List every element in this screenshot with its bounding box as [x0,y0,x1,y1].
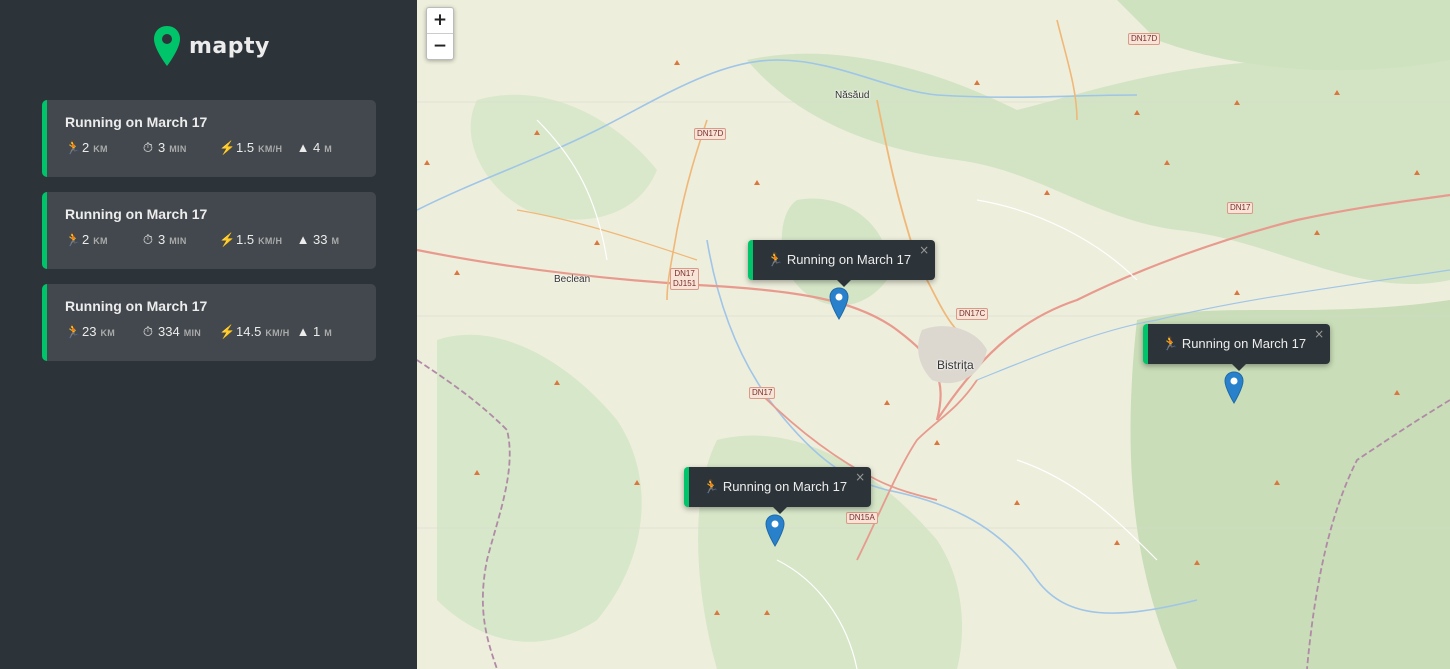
close-icon[interactable]: × [855,470,865,484]
road-shield: DN17 [749,387,776,399]
road-shield: DN15A [846,512,878,524]
workout-popup[interactable]: 🏃 Running on March 17 × [684,467,872,514]
popup-text: 🏃 Running on March 17 [703,479,847,495]
stopwatch-icon: ⏱ [142,140,154,155]
distance-value: 23 [82,324,97,339]
runner-icon: 🏃 [767,252,784,267]
pace-unit: km/h [258,236,283,246]
elevation-unit: m [324,144,333,154]
lightning-icon: ⚡ [219,232,236,247]
mountain-icon: ▲ [296,324,310,339]
duration-unit: min [183,328,202,338]
stopwatch-icon: ⏱ [142,232,154,247]
map-marker-icon[interactable] [829,287,849,320]
mountain-icon: ▲ [296,140,310,155]
road-shield: DN17D [694,128,727,140]
lightning-icon: ⚡ [219,324,236,339]
road-shield: DN17 DJ151 [670,268,700,290]
place-label-beclean: Beclean [554,274,591,285]
pace-unit: km/h [265,328,290,338]
app-name: mapty [189,33,270,59]
distance-unit: km [93,236,108,246]
place-label-nasaud: Năsăud [835,90,870,101]
popup-label: Running on March 17 [722,479,848,494]
pace-value: 14.5 [236,324,262,339]
duration-unit: min [169,236,187,246]
popup-text: 🏃 Running on March 17 [1162,336,1306,352]
workout-title: Running on March 17 [65,114,208,130]
road-shield: DN17 [1227,202,1254,214]
pace-unit: km/h [258,144,283,154]
popup-label: Running on March 17 [1181,336,1307,351]
close-icon[interactable]: × [919,243,929,257]
workout-item[interactable]: Running on March 17 🏃 2 km ⏱ 3 min ⚡ 1.5 km/h … [42,100,376,177]
popup-text: 🏃 Running on March 17 [767,252,911,268]
map[interactable]: Năsăud Beclean Bistrița DN17D DN17D DN17… [417,0,1450,669]
elevation-value: 4 [313,140,321,155]
road-shield: DN17D [1128,33,1161,45]
road-shield-line: DJ151 [673,279,697,288]
distance-unit: km [100,328,116,338]
runner-icon: 🏃 [703,479,720,494]
popup-label: Running on March 17 [786,252,912,267]
elevation-value: 33 [313,232,328,247]
elevation-unit: m [324,328,333,338]
duration-value: 3 [158,232,166,247]
workout-item[interactable]: Running on March 17 🏃 2 km ⏱ 3 min ⚡ 1.5 km/h … [42,192,376,269]
elevation-unit: m [331,236,340,246]
stopwatch-icon: ⏱ [142,324,154,339]
distance-unit: km [93,144,108,154]
pace-value: 1.5 [236,232,255,247]
road-shield: DN17C [956,308,989,320]
workout-title: Running on March 17 [65,206,208,222]
distance-value: 2 [82,232,90,247]
close-icon[interactable]: × [1314,327,1324,341]
zoom-in-button[interactable]: + [427,8,453,33]
duration-value: 3 [158,140,166,155]
map-marker-icon[interactable] [765,514,785,547]
runner-icon: 🏃 [65,324,82,339]
workout-list: Running on March 17 🏃 2 km ⏱ 3 min ⚡ 1.5 km/h … [42,100,376,376]
lightning-icon: ⚡ [219,140,236,155]
workout-title: Running on March 17 [65,298,208,314]
mountain-icon: ▲ [296,232,310,247]
zoom-out-button[interactable]: − [427,33,453,59]
workout-popup[interactable]: 🏃 Running on March 17 × [1143,324,1331,371]
place-label-bistrita: Bistrița [937,358,974,372]
elevation-value: 1 [313,324,321,339]
map-pin-logo-icon [154,26,180,66]
duration-unit: min [169,144,187,154]
sidebar: mapty Running on March 17 🏃 2 km ⏱ 3 min ⚡ 1.… [0,0,417,669]
runner-icon: 🏃 [65,232,82,247]
pace-value: 1.5 [236,140,255,155]
app-logo: mapty [153,24,270,68]
duration-value: 334 [158,324,180,339]
runner-icon: 🏃 [1162,336,1179,351]
distance-value: 2 [82,140,90,155]
map-marker-icon[interactable] [1224,371,1244,404]
zoom-control: + − [426,7,454,60]
road-shield-line: DN17 [674,269,695,278]
runner-icon: 🏃 [65,140,82,155]
workout-item[interactable]: Running on March 17 🏃 23 km ⏱ 334 min ⚡ 14.5 k… [42,284,376,361]
workout-popup[interactable]: 🏃 Running on March 17 × [748,240,936,287]
